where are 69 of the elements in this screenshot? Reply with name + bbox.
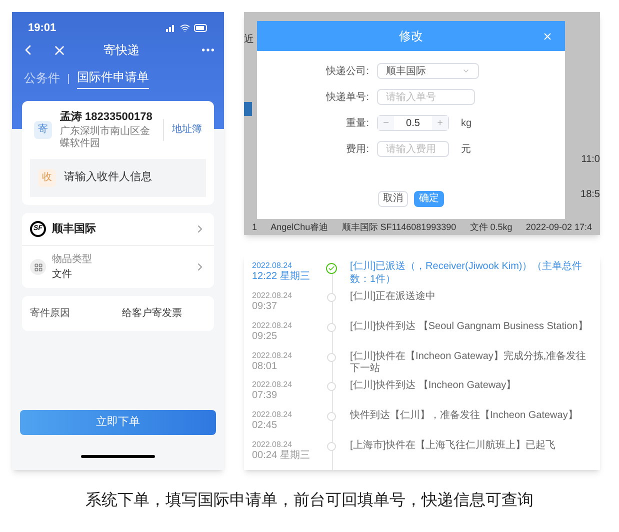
tracking-time: 12:22 星期三 <box>252 271 311 284</box>
caption: 系统下单，填写国际申请单，前台可回填单号，快递信息可查询 <box>86 490 534 511</box>
nav-title: 寄快递 <box>102 42 140 59</box>
item-type-row[interactable]: 物品类型 文件 <box>22 246 214 288</box>
receiver-badge: 收 <box>38 168 56 186</box>
tracking-event: [仁川]快件到达 【Seoul Gangnam Business Station】 <box>350 320 589 334</box>
tracking-time: 07:39 <box>252 390 278 403</box>
wifi-icon <box>180 23 190 33</box>
unit-label: 元 <box>461 142 471 156</box>
sender-name: 孟涛 18233500178 <box>60 110 154 125</box>
grid-icon <box>30 259 46 275</box>
chevron-down-icon <box>462 67 470 75</box>
tracking-time: 02:45 <box>252 420 278 433</box>
table-cell-text: 18:5 <box>580 188 600 202</box>
table-cell-text: 1 <box>252 220 258 234</box>
tracking-event: 快件到达【仁川】，准备发往【Incheon Gateway】 <box>350 410 579 423</box>
input-field[interactable]: 请输入单号 <box>377 89 475 105</box>
tracking-time: 09:37 <box>252 300 278 314</box>
carrier-name: 顺丰国际 <box>52 222 97 236</box>
weight-value: 0.5 <box>405 116 421 130</box>
sender-badge: 寄 <box>34 120 52 139</box>
item-type-label: 物品类型 <box>52 252 93 267</box>
tracking-event: [上海市]快件在【上海飞往仁川航班上】已起飞 <box>350 440 557 453</box>
tab[interactable]: 公务件 <box>24 68 60 88</box>
tracking-event: [仁川]快件到达 【Incheon Gateway】 <box>350 380 518 393</box>
dialog-title: 修改 <box>399 28 423 45</box>
table-cell-text: 顺丰国际 SF1146081993390 <box>342 220 456 234</box>
table-cell-text: 2022-09-02 17:4 <box>526 220 592 234</box>
filter-text: 近 <box>244 32 254 47</box>
receiver-prompt: 请输入收件人信息 <box>64 170 152 186</box>
table-cell: 文件 0.5kg <box>470 220 512 234</box>
tracking-event: [仁川]已派送（，Receiver(Jiwook Kim)）（主单总件数：1件） <box>350 261 584 286</box>
status-time: 19:01 <box>28 20 56 36</box>
select-field[interactable]: 顺丰国际 <box>377 63 479 79</box>
tracking-date: 2022.08.24 <box>252 320 294 331</box>
select-value: 顺丰国际 <box>386 64 426 78</box>
item-type-value: 文件 <box>52 268 73 282</box>
tracking-event: [仁川]正在派送途中 <box>350 290 437 304</box>
unit-label: kg <box>461 116 472 130</box>
tracking-date: 2022.08.24 <box>252 350 294 361</box>
cancel-button[interactable]: 取消 <box>378 191 408 207</box>
field-label: 费用: <box>345 142 369 156</box>
tracking-event: [仁川]快件在【Incheon Gateway】完成分拣,准备发往下一站 <box>350 350 588 376</box>
tracking-time: 08:01 <box>252 360 278 374</box>
signal-icon <box>166 24 176 32</box>
battery-icon <box>194 24 208 32</box>
sender-address: 广东深圳市南山区金蝶软件园 <box>60 126 151 150</box>
tracking-date: 2022.08.24 <box>252 410 294 420</box>
reason-value: 给客户寄发票 <box>122 306 183 321</box>
action-chip <box>244 102 252 116</box>
tracking-date: 2022.08.24 <box>252 290 294 301</box>
reason-label: 寄件原因 <box>30 306 70 321</box>
table-cell-text: 11:0 <box>581 153 600 167</box>
confirm-button[interactable]: 确定 <box>414 191 444 207</box>
tracking-date: 2022.08.24 <box>252 380 294 390</box>
table-cell: AngelChu睿迪 <box>270 220 328 234</box>
field-label: 重量: <box>345 116 369 130</box>
input-field[interactable]: 请输入费用 <box>377 141 449 157</box>
submit-button[interactable]: 立即下单 <box>20 410 216 435</box>
field-label: 快递公司: <box>324 64 369 78</box>
receiver-row[interactable]: 收 请输入收件人信息 <box>30 158 206 196</box>
address-book-link[interactable]: 地址簿 <box>172 122 202 138</box>
field-label: 快递单号: <box>324 90 369 104</box>
tracking-date: 2022.08.24 <box>252 261 294 270</box>
tab[interactable]: 国际件申请单 <box>77 68 149 89</box>
tracking-time: 09:25 <box>252 330 278 344</box>
tracking-time: 00:24 星期三 <box>252 450 311 463</box>
close-icon[interactable] <box>542 31 553 42</box>
tracking-date: 2022.08.24 <box>252 440 294 450</box>
